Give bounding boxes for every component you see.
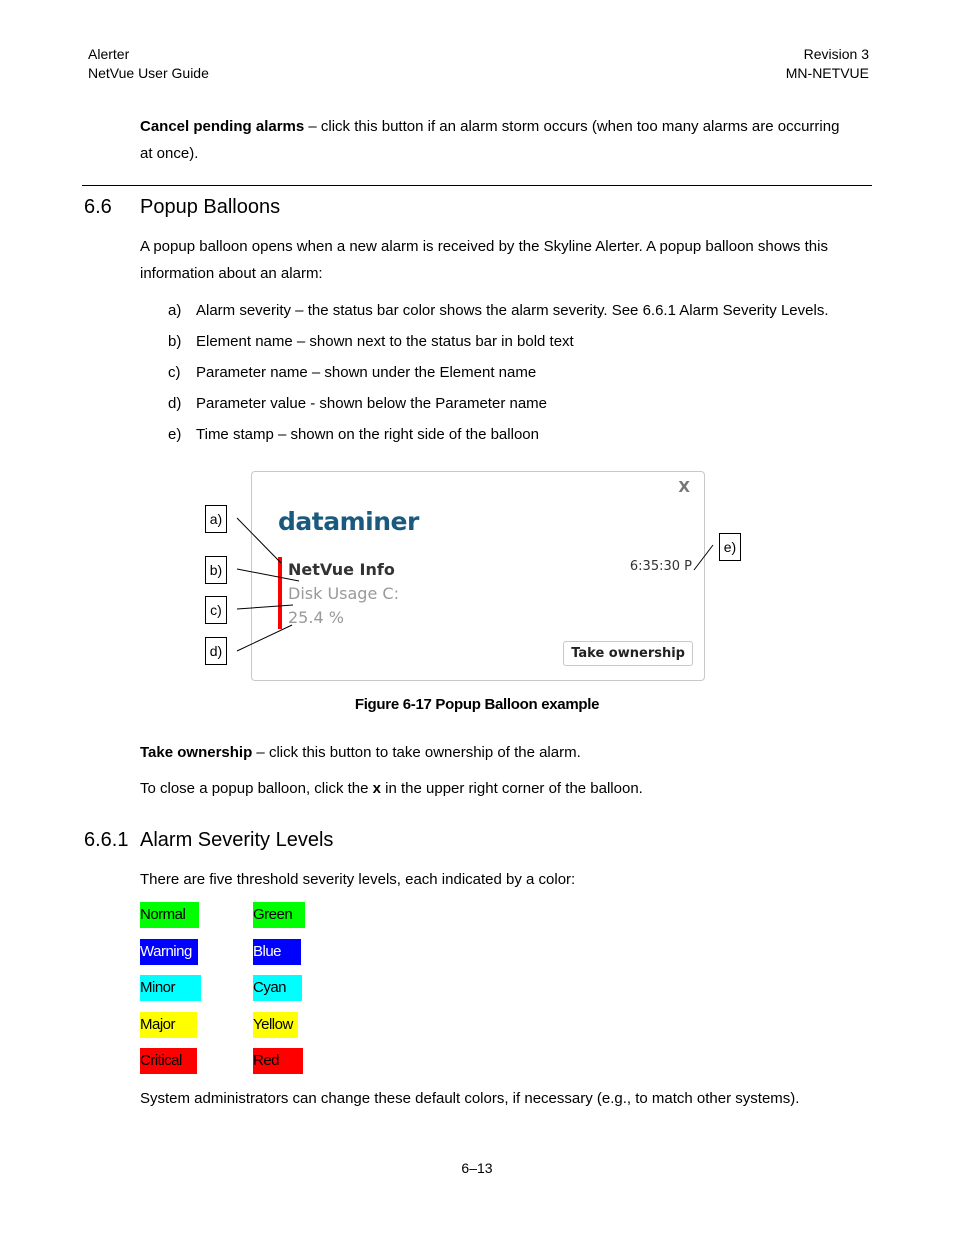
close-text-pre: To close a popup balloon, click the — [140, 780, 373, 797]
leader-line-c — [236, 604, 294, 610]
severity-warning: Warning — [140, 939, 198, 965]
figure-caption: Figure 6-17 Popup Balloon example — [354, 696, 600, 713]
take-ownership-desc: – click this button to take ownership of… — [252, 744, 581, 761]
subsection-heading: 6.6.1 Alarm Severity Levels — [84, 829, 333, 852]
subsection-title: Alarm Severity Levels — [140, 829, 334, 851]
color-red: Red — [253, 1048, 303, 1074]
leader-line-d — [236, 624, 293, 652]
severity-major: Major — [140, 1012, 197, 1038]
severity-minor: Minor — [140, 975, 201, 1001]
subsection-intro: There are five threshold severity levels… — [140, 871, 576, 888]
take-ownership-paragraph: Take ownership – click this button to ta… — [140, 744, 581, 761]
color-cyan: Cyan — [253, 975, 302, 1001]
leader-line-b — [236, 568, 300, 582]
close-text-post: in the upper right corner of the balloon… — [381, 780, 643, 797]
take-ownership-term: Take ownership — [140, 744, 253, 761]
color-yellow: Yellow — [253, 1012, 298, 1038]
color-blue: Blue — [253, 939, 301, 965]
page-number: 6–13 — [461, 1160, 493, 1176]
close-balloon-paragraph: To close a popup balloon, click the x in… — [140, 780, 643, 797]
subsection-number: 6.6.1 — [84, 829, 129, 851]
close-x-term: x — [372, 780, 381, 797]
footer-paragraph: System administrators can change these d… — [140, 1090, 800, 1107]
leader-line-e — [693, 544, 714, 571]
color-green: Green — [253, 902, 305, 928]
leader-line-a — [236, 517, 282, 564]
severity-normal: Normal — [140, 902, 199, 928]
severity-critical: Critical — [140, 1048, 197, 1074]
